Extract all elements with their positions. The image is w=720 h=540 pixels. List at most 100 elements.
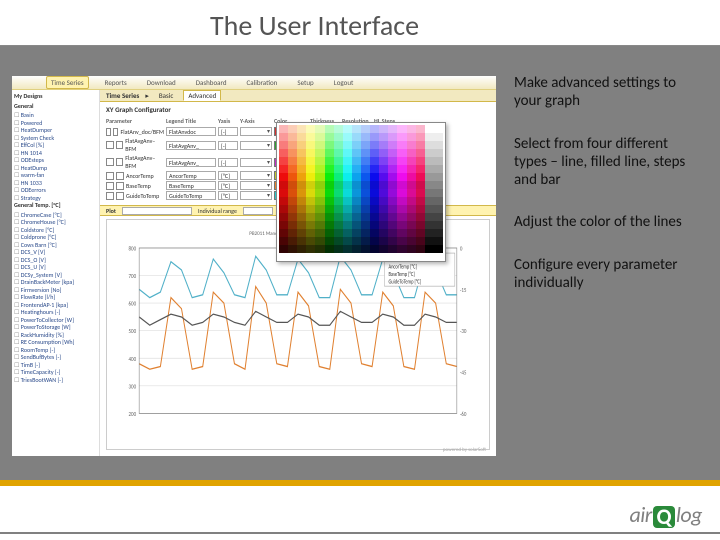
color-swatch[interactable] xyxy=(416,213,425,221)
color-swatch[interactable] xyxy=(325,165,334,173)
color-swatch[interactable] xyxy=(407,205,416,213)
color-swatch[interactable] xyxy=(334,125,343,133)
color-swatch[interactable] xyxy=(425,133,434,141)
row-axis[interactable] xyxy=(240,171,272,180)
color-swatch[interactable] xyxy=(361,125,370,133)
color-swatch[interactable] xyxy=(361,165,370,173)
color-swatch[interactable] xyxy=(416,197,425,205)
color-swatch[interactable] xyxy=(352,181,361,189)
color-swatch[interactable] xyxy=(334,237,343,245)
color-swatch[interactable] xyxy=(379,149,388,157)
color-swatch[interactable] xyxy=(288,197,297,205)
color-swatch[interactable] xyxy=(325,181,334,189)
color-swatch[interactable] xyxy=(434,125,443,133)
color-swatch[interactable] xyxy=(407,133,416,141)
color-swatch[interactable] xyxy=(315,237,324,245)
nav-logout[interactable]: Logout xyxy=(330,77,358,88)
color-swatch[interactable] xyxy=(315,197,324,205)
color-swatch[interactable] xyxy=(361,157,370,165)
color-swatch[interactable] xyxy=(343,125,352,133)
color-swatch[interactable] xyxy=(343,189,352,197)
color-swatch[interactable] xyxy=(297,173,306,181)
color-swatch[interactable] xyxy=(288,133,297,141)
color-swatch[interactable] xyxy=(388,165,397,173)
color-swatch[interactable] xyxy=(434,133,443,141)
color-swatch[interactable] xyxy=(434,141,443,149)
color-swatch[interactable] xyxy=(288,205,297,213)
color-swatch[interactable] xyxy=(416,245,425,253)
color-swatch[interactable] xyxy=(388,173,397,181)
color-swatch[interactable] xyxy=(315,181,324,189)
color-swatch[interactable] xyxy=(306,237,315,245)
color-swatch[interactable] xyxy=(325,205,334,213)
color-swatch[interactable] xyxy=(407,125,416,133)
color-swatch[interactable] xyxy=(416,173,425,181)
color-swatch[interactable] xyxy=(416,229,425,237)
color-swatch[interactable] xyxy=(388,189,397,197)
color-swatch[interactable] xyxy=(370,213,379,221)
color-swatch[interactable] xyxy=(434,181,443,189)
color-swatch[interactable] xyxy=(334,173,343,181)
color-swatch[interactable] xyxy=(407,157,416,165)
color-swatch[interactable] xyxy=(288,189,297,197)
color-swatch[interactable] xyxy=(297,205,306,213)
tree-item[interactable]: TriesBootWAN [-] xyxy=(14,377,97,385)
color-swatch[interactable] xyxy=(352,141,361,149)
color-swatch[interactable] xyxy=(361,149,370,157)
color-swatch[interactable] xyxy=(334,157,343,165)
color-swatch[interactable] xyxy=(361,221,370,229)
color-swatch[interactable] xyxy=(315,157,324,165)
color-swatch[interactable] xyxy=(352,157,361,165)
color-swatch[interactable] xyxy=(388,205,397,213)
color-swatch[interactable] xyxy=(306,189,315,197)
color-swatch[interactable] xyxy=(370,229,379,237)
color-swatch[interactable] xyxy=(379,133,388,141)
row-unit[interactable]: [°C] xyxy=(218,171,238,180)
color-swatch[interactable] xyxy=(425,165,434,173)
color-swatch[interactable] xyxy=(407,149,416,157)
color-swatch[interactable] xyxy=(279,149,288,157)
color-swatch[interactable] xyxy=(325,141,334,149)
color-swatch[interactable] xyxy=(352,229,361,237)
color-swatch[interactable] xyxy=(416,125,425,133)
color-swatch[interactable] xyxy=(352,213,361,221)
color-swatch[interactable] xyxy=(416,181,425,189)
color-swatch[interactable] xyxy=(297,221,306,229)
nav-download[interactable]: Download xyxy=(143,77,180,88)
color-swatch[interactable] xyxy=(397,181,406,189)
color-swatch[interactable] xyxy=(343,149,352,157)
color-swatch[interactable] xyxy=(343,133,352,141)
color-swatch[interactable] xyxy=(279,165,288,173)
color-swatch[interactable] xyxy=(297,189,306,197)
color-swatch[interactable] xyxy=(434,173,443,181)
color-swatch[interactable] xyxy=(407,181,416,189)
color-swatch[interactable] xyxy=(315,165,324,173)
color-swatch[interactable] xyxy=(334,229,343,237)
color-swatch[interactable] xyxy=(279,213,288,221)
row-unit[interactable]: [-] xyxy=(218,158,238,167)
color-swatch[interactable] xyxy=(397,125,406,133)
color-swatch[interactable] xyxy=(434,189,443,197)
color-swatch[interactable] xyxy=(325,237,334,245)
color-swatch[interactable] xyxy=(416,221,425,229)
row-legend[interactable]: FlatAnvdoc xyxy=(166,127,216,136)
color-swatch[interactable] xyxy=(425,189,434,197)
color-swatch[interactable] xyxy=(425,237,434,245)
color-swatch[interactable] xyxy=(343,157,352,165)
color-swatch[interactable] xyxy=(416,165,425,173)
color-swatch[interactable] xyxy=(352,165,361,173)
color-swatch[interactable] xyxy=(361,237,370,245)
color-swatch[interactable] xyxy=(325,173,334,181)
nav-time-series[interactable]: Time Series xyxy=(46,76,89,89)
range-select[interactable] xyxy=(122,207,192,215)
color-swatch[interactable] xyxy=(397,157,406,165)
color-swatch[interactable] xyxy=(379,197,388,205)
color-swatch[interactable] xyxy=(379,221,388,229)
color-swatch[interactable] xyxy=(325,157,334,165)
color-swatch[interactable] xyxy=(388,221,397,229)
color-swatch[interactable] xyxy=(315,229,324,237)
color-swatch[interactable] xyxy=(352,149,361,157)
color-swatch[interactable] xyxy=(425,157,434,165)
color-swatch[interactable] xyxy=(425,205,434,213)
color-swatch[interactable] xyxy=(325,189,334,197)
